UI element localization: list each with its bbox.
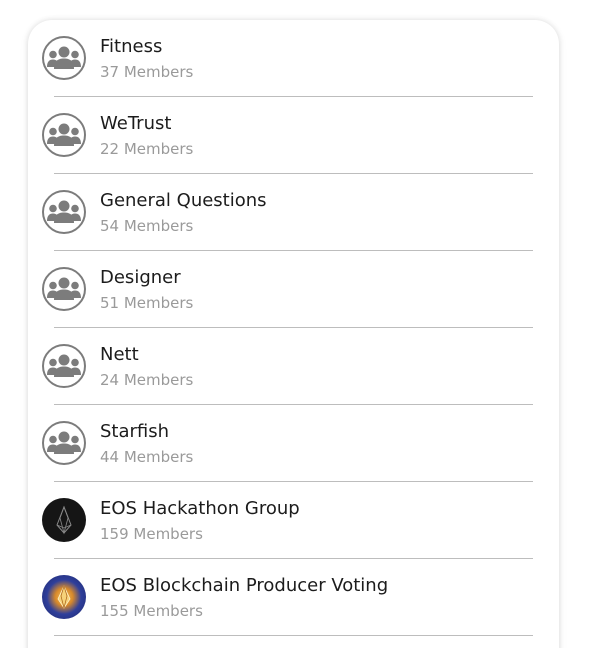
- group-icon: [42, 267, 86, 311]
- group-icon: [42, 421, 86, 465]
- group-list-card: Fitness 37 Members WeTrust 22 Members Ge…: [28, 20, 559, 648]
- list-item-designer[interactable]: Designer 51 Members: [28, 251, 559, 328]
- member-count: 24 Members: [100, 371, 194, 389]
- group-name: Fitness: [100, 36, 163, 57]
- eos-logo-dark-icon: [42, 498, 86, 542]
- group-name: General Questions: [100, 190, 267, 211]
- group-icon: [42, 344, 86, 388]
- list-item-eos-hackathon-group[interactable]: EOS Hackathon Group 159 Members: [28, 482, 559, 559]
- member-count: 155 Members: [100, 602, 203, 620]
- list-item-nett[interactable]: Nett 24 Members: [28, 328, 559, 405]
- group-name: Starfish: [100, 421, 170, 442]
- group-name: EOS Blockchain Producer Voting: [100, 575, 389, 596]
- eos-voting-logo-icon: [42, 575, 86, 619]
- list-item-starfish[interactable]: Starfish 44 Members: [28, 405, 559, 482]
- page: Fitness 37 Members WeTrust 22 Members Ge…: [0, 0, 589, 648]
- member-count: 37 Members: [100, 63, 194, 81]
- member-count: 159 Members: [100, 525, 203, 543]
- group-icon: [42, 190, 86, 234]
- group-name: Designer: [100, 267, 181, 288]
- member-count: 54 Members: [100, 217, 194, 235]
- group-icon: [42, 36, 86, 80]
- group-name: Nett: [100, 344, 139, 365]
- group-list: Fitness 37 Members WeTrust 22 Members Ge…: [28, 20, 559, 636]
- group-name: WeTrust: [100, 113, 172, 134]
- list-item-wetrust[interactable]: WeTrust 22 Members: [28, 97, 559, 174]
- member-count: 44 Members: [100, 448, 194, 466]
- divider: [54, 635, 533, 636]
- group-name: EOS Hackathon Group: [100, 498, 300, 519]
- list-item-fitness[interactable]: Fitness 37 Members: [28, 20, 559, 97]
- list-item-eos-blockchain-producer-voting[interactable]: EOS Blockchain Producer Voting 155 Membe…: [28, 559, 559, 636]
- member-count: 22 Members: [100, 140, 194, 158]
- member-count: 51 Members: [100, 294, 194, 312]
- list-item-general-questions[interactable]: General Questions 54 Members: [28, 174, 559, 251]
- group-icon: [42, 113, 86, 157]
